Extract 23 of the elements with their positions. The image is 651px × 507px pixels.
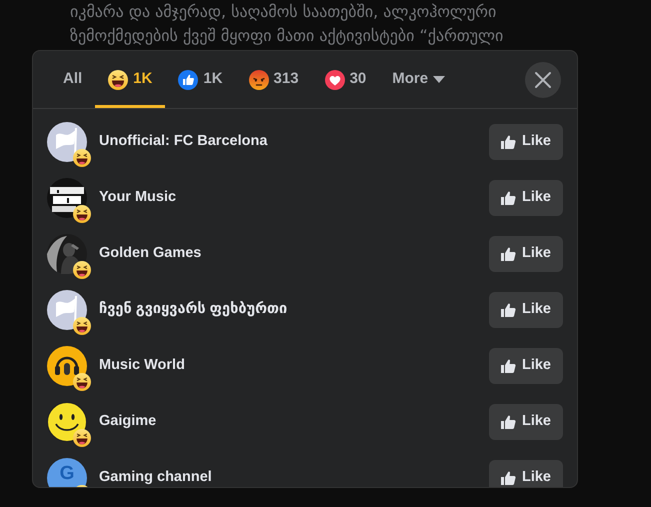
reaction-tab[interactable]: 1K xyxy=(165,54,236,108)
post-text: იკმარა და ამჯერად, საღამოს საათებში, ალკოჰოლური xyxy=(70,1,498,23)
like-button[interactable]: Like xyxy=(489,292,563,328)
letter-avatar: G xyxy=(47,458,87,487)
reaction-tab[interactable]: All xyxy=(50,54,96,108)
reaction-tab[interactable]: 30 xyxy=(312,54,380,108)
profile-name[interactable]: Golden Games xyxy=(99,243,202,265)
profile-name[interactable]: Music World xyxy=(99,355,185,377)
reaction-tab[interactable]: More xyxy=(379,54,458,108)
like-button[interactable]: Like xyxy=(489,404,563,440)
like-button[interactable]: Like xyxy=(489,348,563,384)
profile-name[interactable]: Your Music xyxy=(99,187,176,209)
like-button[interactable]: Like xyxy=(489,180,563,216)
reaction-tab[interactable]: 1K xyxy=(95,54,166,108)
profile-name[interactable]: Gaigime xyxy=(99,411,156,433)
like-button[interactable]: Like xyxy=(489,460,563,487)
profile-name[interactable]: Unofficial: FC Barcelona xyxy=(99,131,268,153)
like-button[interactable]: Like xyxy=(489,124,563,160)
like-button[interactable]: Like xyxy=(489,236,563,272)
profile-name[interactable]: ჩვენ გვიყვარს ფეხბურთი xyxy=(99,299,288,321)
profile-name[interactable]: Gaming channel xyxy=(99,467,212,487)
post-text: ზემოქმედების ქვეშ მყოფი მათი აქტივისტები “ქართული xyxy=(70,25,504,47)
reaction-tab[interactable]: 313 xyxy=(236,54,312,108)
